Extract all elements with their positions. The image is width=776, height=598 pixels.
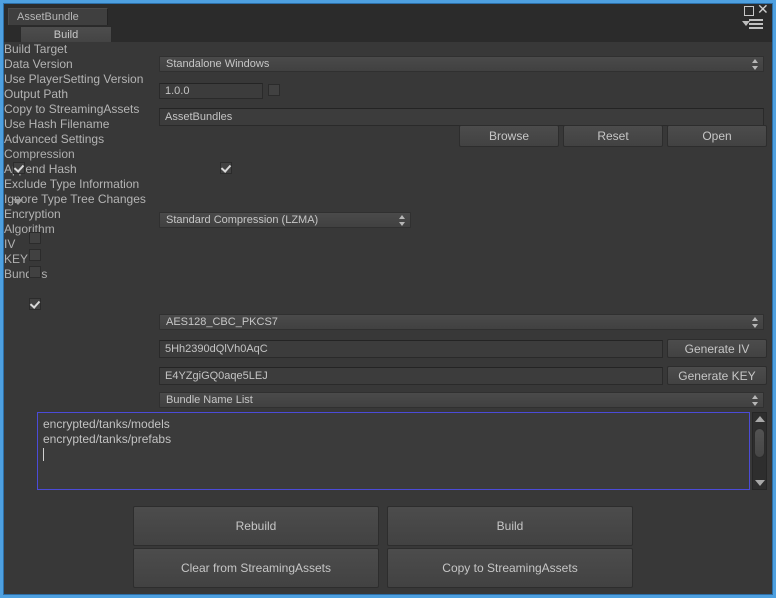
hamburger-menu-icon[interactable] [749,19,763,31]
output-path-label: Output Path [4,87,69,101]
key-input[interactable]: E4YZgiGQ0aqe5LEJ [159,367,663,385]
scroll-down-arrow-icon[interactable] [754,480,765,486]
toolbar-tab-build-label: Build [53,29,79,41]
reset-button-label: Reset [597,129,629,143]
output-path-value: AssetBundles [165,111,233,123]
iv-input[interactable]: 5Hh2390dQlVh0AqC [159,340,663,358]
browse-button[interactable]: Browse [459,125,559,147]
compression-label: Compression [4,147,75,161]
clear-from-streamingassets-button-label: Clear from StreamingAssets [180,561,332,575]
use-playersetting-version-checkbox[interactable] [268,84,280,96]
bundle-name-textarea[interactable]: encrypted/tanks/models encrypted/tanks/p… [37,412,750,490]
bundles-dropdown[interactable]: Bundle Name List [159,392,764,408]
generate-key-button-label: Generate KEY [678,368,756,383]
append-hash-label: Append Hash [4,162,77,176]
build-target-dropdown[interactable]: Standalone Windows [159,56,764,72]
bundle-name-line: encrypted/tanks/prefabs [43,432,172,446]
updown-arrows-icon [751,316,759,329]
reset-button[interactable]: Reset [563,125,663,147]
tab-bar: AssetBundle Build [4,4,772,42]
rebuild-button-label: Rebuild [235,519,277,533]
exclude-type-information-label: Exclude Type Information [4,177,140,191]
compression-dropdown[interactable]: Standard Compression (LZMA) [159,212,411,228]
assetbundle-build-window: AssetBundle Build ✕ Build Target Standal… [0,0,776,598]
bundle-list-scrollbar[interactable] [752,412,767,490]
build-target-label: Build Target [4,42,68,56]
use-playersetting-version-label: Use PlayerSetting Version [4,72,144,86]
use-hash-filename-checkbox[interactable] [220,162,232,174]
bundles-label: Bundles [4,267,48,281]
copy-to-streamingassets-checkbox[interactable] [13,162,25,174]
key-value: E4YZgiGQ0aqe5LEJ [165,370,268,382]
updown-arrows-icon [398,214,406,227]
compression-value: Standard Compression (LZMA) [166,214,319,226]
maximize-icon[interactable] [744,6,754,16]
rebuild-button[interactable]: Rebuild [133,506,379,546]
ignore-type-tree-changes-checkbox[interactable] [29,266,41,278]
updown-arrows-icon [751,394,759,407]
toolbar-tab-build[interactable]: Build [20,26,112,42]
open-button-label: Open [702,129,732,143]
iv-label: IV [4,237,16,251]
window-content: Build Target Standalone Windows Data Ver… [4,42,772,594]
open-button[interactable]: Open [667,125,767,147]
generate-iv-button-label: Generate IV [684,341,750,356]
build-button-label: Build [496,519,524,533]
close-icon[interactable]: ✕ [757,2,769,16]
advanced-settings-foldout-icon[interactable] [13,199,23,205]
data-version-value: 1.0.0 [165,85,190,97]
tab-assetbundle[interactable]: AssetBundle [8,8,108,25]
clear-from-streamingassets-button[interactable]: Clear from StreamingAssets [133,548,379,588]
updown-arrows-icon [751,58,759,71]
scroll-up-arrow-icon[interactable] [754,416,765,422]
append-hash-checkbox[interactable] [29,232,41,244]
scrollbar-thumb[interactable] [754,428,765,458]
build-button[interactable]: Build [387,506,633,546]
tab-assetbundle-label: AssetBundle [17,11,79,23]
output-path-input[interactable]: AssetBundles [159,108,764,126]
browse-button-label: Browse [488,129,529,143]
bundles-value: Bundle Name List [166,394,253,406]
copy-to-streamingassets-button-label: Copy to StreamingAssets [442,561,578,575]
generate-iv-button[interactable]: Generate IV [667,339,767,358]
build-target-value: Standalone Windows [166,58,270,70]
key-label: KEY [4,252,29,266]
copy-to-streamingassets-button[interactable]: Copy to StreamingAssets [387,548,633,588]
bundle-name-line: encrypted/tanks/models [43,417,170,431]
text-cursor [43,448,44,461]
generate-key-button[interactable]: Generate KEY [667,366,767,385]
encryption-checkbox[interactable] [29,298,41,310]
ignore-type-tree-changes-label: Ignore Type Tree Changes [4,192,146,206]
algorithm-value: AES128_CBC_PKCS7 [166,316,278,328]
algorithm-dropdown[interactable]: AES128_CBC_PKCS7 [159,314,764,330]
data-version-input[interactable]: 1.0.0 [159,83,263,99]
exclude-type-information-checkbox[interactable] [29,249,41,261]
iv-value: 5Hh2390dQlVh0AqC [165,343,268,355]
